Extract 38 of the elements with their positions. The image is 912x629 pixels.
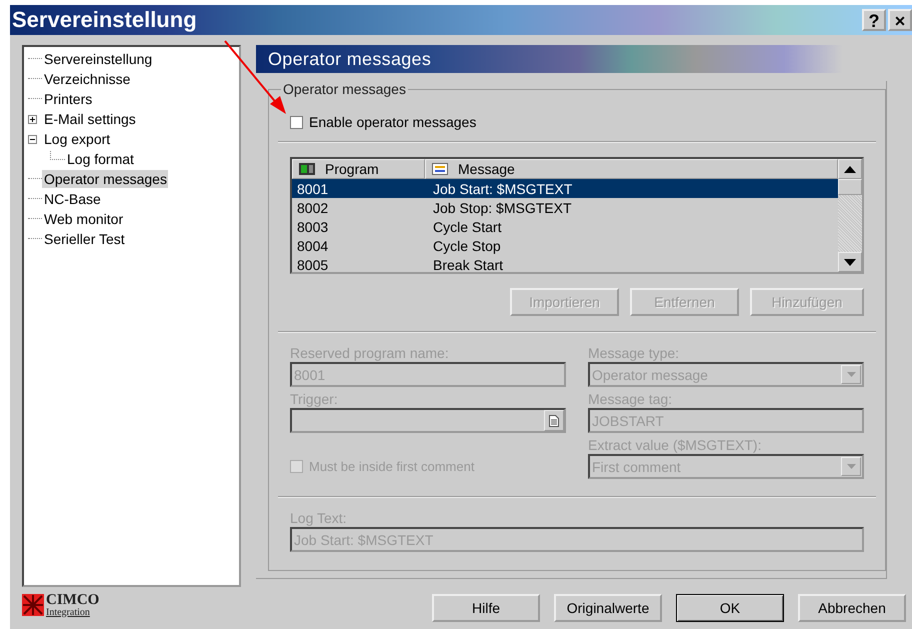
tree-item[interactable]: Printers (42, 90, 94, 108)
tree-item[interactable]: Log export (42, 130, 112, 148)
table-row[interactable]: 8002 Job Stop: $MSGTEXT (292, 198, 838, 217)
scroll-up-button[interactable] (838, 159, 862, 179)
dialog-button[interactable]: Hilfe (432, 594, 540, 622)
tree-item[interactable]: Operator messages (42, 170, 168, 188)
table-row[interactable]: 8004 Cycle Stop (292, 236, 838, 255)
table-row[interactable]: 8005 Break Start (292, 255, 838, 274)
logo-name: CIMCO (46, 592, 100, 608)
checkbox-label: Enable operator messages (309, 114, 476, 130)
table-row[interactable]: 8001 Job Start: $MSGTEXT (292, 179, 838, 198)
group-title: Operator messages (281, 81, 408, 97)
tree-item[interactable]: E-Mail settings (42, 110, 138, 128)
tree-item[interactable]: Serieller Test (42, 230, 127, 248)
message-icon (432, 163, 448, 175)
logo-subtitle: Integration (46, 608, 91, 618)
dialog-button[interactable]: OK (676, 594, 784, 622)
table-row[interactable]: 8003 Cycle Start (292, 217, 838, 236)
logo-icon (22, 594, 44, 616)
tree-item[interactable]: Log format (65, 150, 136, 168)
help-button[interactable]: ? (862, 9, 886, 31)
tree-item[interactable]: Verzeichnisse (42, 70, 132, 88)
monitor-icon (299, 163, 315, 175)
close-button[interactable]: × (888, 9, 912, 31)
panel-title: Operator messages (267, 48, 432, 70)
down-arrow-icon (844, 258, 856, 266)
column-header[interactable]: Message (425, 159, 838, 179)
scrollbar[interactable] (838, 159, 862, 272)
tree-item[interactable]: NC-Base (42, 190, 103, 208)
tree-item[interactable]: Servereinstellung (42, 50, 154, 68)
window-title: Servereinstellung (11, 7, 197, 33)
dialog-button[interactable]: Originalwerte (554, 594, 662, 622)
up-arrow-icon (844, 166, 856, 172)
scroll-down-button[interactable] (838, 252, 862, 272)
scroll-thumb[interactable] (838, 179, 862, 195)
dialog-button[interactable]: Abbrechen (798, 594, 906, 622)
checkbox[interactable] (290, 116, 303, 128)
tree-item[interactable]: Web monitor (42, 210, 126, 228)
